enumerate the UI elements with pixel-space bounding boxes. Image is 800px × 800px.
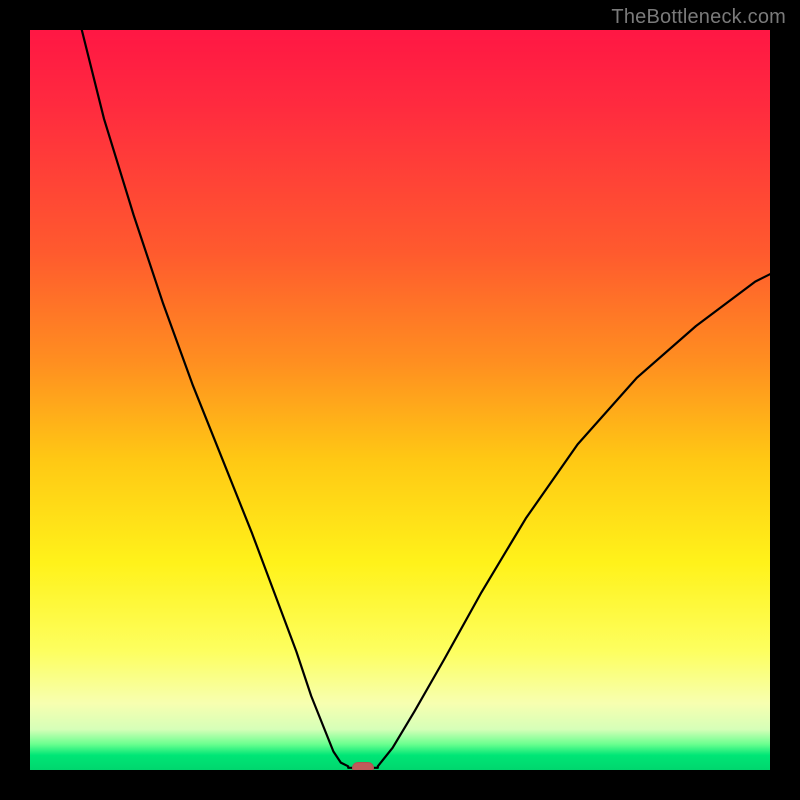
bottleneck-curve bbox=[30, 30, 770, 770]
minimum-marker-icon bbox=[352, 762, 374, 770]
chart-frame: TheBottleneck.com bbox=[0, 0, 800, 800]
plot-area bbox=[30, 30, 770, 770]
watermark-text: TheBottleneck.com bbox=[611, 6, 786, 29]
curve-path bbox=[82, 30, 770, 768]
